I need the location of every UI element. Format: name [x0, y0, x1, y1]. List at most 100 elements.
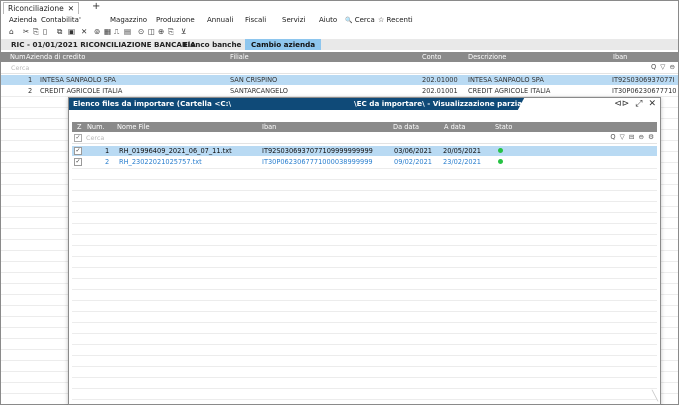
row-checkbox[interactable]: ✓ [74, 147, 82, 155]
report-icon[interactable]: ▦ [104, 26, 111, 37]
menu-recenti-label: Recenti [386, 16, 413, 24]
grid-header: Num Azienda di credito Filiale Conto Des… [1, 52, 678, 62]
cell-azienda: INTESA SANPAOLO SPA [40, 76, 116, 84]
column-header-nome-file[interactable]: Nome File [117, 122, 150, 132]
row-divider [72, 366, 657, 367]
toolbar: ⌂ ✂ ⎘ ▯ ⧉ ▣ ✕ ⊚ ▦ ⎍ ▤ ⊙ ◫ ⊕ ⎘ ⊻ [1, 26, 678, 37]
status-dot [498, 159, 503, 164]
close-icon[interactable]: ✕ [648, 99, 656, 109]
table-row[interactable]: ✓ 2 RH_23022021025757.txt IT30P062306777… [72, 157, 657, 167]
menu-magazzino[interactable]: Magazzino [110, 15, 147, 26]
table-row[interactable]: ✓ 1 RH_01996409_2021_06_07_11.txt IT92S0… [72, 146, 657, 156]
menu-aiuto[interactable]: Aiuto [319, 15, 337, 26]
menu-cerca[interactable]: 🔍 Cerca [345, 15, 375, 26]
cell-descrizione: CREDIT AGRICOLE ITALIA [468, 87, 551, 95]
menu-produzione[interactable]: Produzione [156, 15, 195, 26]
cell-num: 1 [28, 76, 33, 84]
column-header-azienda[interactable]: Azienda di credito [26, 52, 85, 62]
share-icon[interactable]: ⊕ [158, 26, 164, 37]
row-divider [72, 311, 657, 312]
copy-doc-icon[interactable]: ⎘ [168, 26, 174, 37]
column-header-conto[interactable]: Conto [422, 52, 441, 62]
dialog-controls: ⊲⊳ ⤢ ✕ [608, 98, 656, 110]
network-icon[interactable]: ◫ [148, 26, 155, 37]
menu-contabilita[interactable]: Contabilita' [41, 15, 81, 26]
add-tab-icon[interactable]: + [92, 2, 100, 12]
cell-filiale: SAN CRISPINO [230, 76, 278, 84]
dialog-filter-row: ✓ Cerca Q ▽ ⊟ ⊖ ⚙ [72, 133, 657, 144]
cell-da-data: 09/02/2021 [394, 158, 433, 166]
copy-icon[interactable]: ⎘ [33, 26, 39, 37]
cut-icon[interactable]: ✂ [23, 26, 29, 37]
tab-cambio-azienda[interactable]: Cambio azienda [245, 39, 322, 50]
search-input[interactable]: Cerca [86, 134, 104, 142]
cell-iban: IT92S0306937077I [612, 76, 675, 84]
tab-label: Riconciliazione [8, 4, 64, 13]
row-divider [72, 278, 657, 279]
row-divider [72, 399, 657, 400]
copy-special-icon[interactable]: ⧉ [57, 26, 62, 37]
column-header-da-data[interactable]: Da data [393, 122, 419, 132]
menu-recenti[interactable]: ☆ Recenti [378, 15, 413, 26]
paste-icon[interactable]: ▯ [43, 26, 47, 37]
column-header-iban[interactable]: Iban [262, 122, 276, 132]
filter-icons[interactable]: Q ▽ ⊟ ⊖ ⚙ [610, 133, 655, 141]
row-checkbox[interactable]: ✓ [74, 158, 82, 166]
menu-fiscali[interactable]: Fiscali [245, 15, 266, 26]
dialog-title: Elenco files da importare (Cartella <C:\ [73, 99, 232, 108]
filter-icons[interactable]: Q ▽ ⊖ [651, 63, 676, 71]
close-icon[interactable]: ✕ [68, 4, 74, 13]
window-list-icon[interactable]: ⎍ [114, 26, 119, 37]
row-divider [72, 322, 657, 323]
tab-riconciliazione[interactable]: Riconciliazione ✕ [3, 2, 80, 14]
row-divider [72, 223, 657, 224]
dialog-grid-header: Z Num. Nome File Iban Da data A data Sta… [72, 122, 657, 132]
column-header-num[interactable]: Num [10, 52, 26, 62]
table-row[interactable]: 1 INTESA SANPAOLO SPA SAN CRISPINO 202.0… [1, 75, 678, 85]
dialog-title-bar[interactable]: Elenco files da importare (Cartella <C:\… [69, 98, 660, 110]
dialog-title-suffix: \EC da importare\ - Visualizzazione parz… [354, 99, 533, 108]
menu-servizi[interactable]: Servizi [282, 15, 305, 26]
row-divider [72, 355, 657, 356]
tab-elenco-banche[interactable]: Elenco banche [179, 39, 245, 50]
cell-descrizione: INTESA SANPAOLO SPA [468, 76, 544, 84]
row-divider [72, 300, 657, 301]
row-divider [72, 212, 657, 213]
column-header-a-data[interactable]: A data [444, 122, 465, 132]
window-icon[interactable]: ▣ [68, 26, 75, 37]
close-window-icon[interactable]: ✕ [81, 26, 87, 37]
column-header-filiale[interactable]: Filiale [230, 52, 249, 62]
breadcrumb: RIC - 01/01/2021 RICONCILIAZIONE BANCARI… [1, 39, 678, 50]
column-header-descrizione[interactable]: Descrizione [468, 52, 506, 62]
menu-annuali[interactable]: Annuali [207, 15, 233, 26]
page-title: RIC - 01/01/2021 RICONCILIAZIONE BANCARI… [11, 40, 196, 49]
cell-iban: IT92S0306937077109999999999 [262, 147, 373, 155]
column-header-num[interactable]: Num. [87, 122, 105, 132]
column-header-stato[interactable]: Stato [495, 122, 512, 132]
row-divider [72, 377, 657, 378]
row-divider [72, 245, 657, 246]
cart-icon[interactable]: ⊻ [181, 26, 187, 37]
column-header-iban[interactable]: Iban [613, 52, 627, 62]
tab-strip [1, 1, 678, 14]
row-divider [72, 234, 657, 235]
cell-file: RH_23022021025757.txt [119, 158, 202, 166]
maximize-icon[interactable]: ⤢ [635, 99, 642, 109]
pin-icon[interactable]: ⊲⊳ [614, 99, 629, 109]
search-input[interactable]: Cerca [11, 64, 29, 72]
row-divider [72, 267, 657, 268]
column-header-select[interactable]: Z [77, 122, 82, 132]
calendar-icon[interactable]: ▤ [124, 26, 131, 37]
row-divider [72, 179, 657, 180]
resize-grip-icon[interactable]: ╲ [652, 391, 658, 402]
home-icon[interactable]: ⌂ [9, 26, 14, 37]
star-icon: ☆ [378, 16, 385, 24]
settings-icon[interactable]: ⊙ [138, 26, 144, 37]
row-divider [72, 388, 657, 389]
menu-azienda[interactable]: Azienda [9, 15, 37, 26]
table-row[interactable]: 2 CREDIT AGRICOLE ITALIA SANTARCANGELO 2… [1, 86, 678, 96]
menu-cerca-label: Cerca [354, 16, 375, 24]
select-all-checkbox[interactable]: ✓ [74, 134, 82, 142]
cell-azienda: CREDIT AGRICOLE ITALIA [40, 87, 123, 95]
tools-icon[interactable]: ⊚ [94, 26, 100, 37]
